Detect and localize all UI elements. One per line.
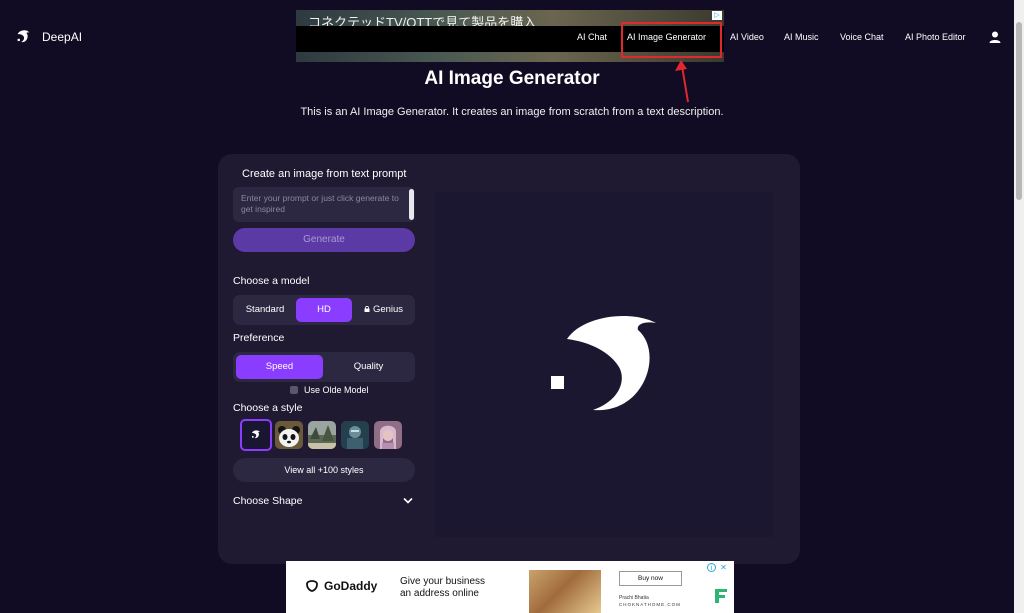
preference-quality-button[interactable]: Quality: [325, 355, 412, 379]
style-thumb-deepai-default[interactable]: [240, 419, 272, 451]
nav-ai-music[interactable]: AI Music: [784, 32, 819, 42]
prompt-input[interactable]: [233, 187, 415, 222]
prompt-scrollbar[interactable]: [409, 189, 414, 220]
deepai-logo[interactable]: DeepAI: [14, 28, 82, 46]
old-model-label: Use Olde Model: [304, 385, 369, 395]
ad-choices-icon[interactable]: ▷: [712, 11, 722, 20]
ad-headline-line1: Give your business: [400, 576, 486, 587]
ad-close-icon[interactable]: ✕: [719, 563, 728, 572]
dolphin-style-icon: [252, 430, 260, 439]
model-standard-button[interactable]: Standard: [236, 298, 294, 322]
style-thumb-portrait[interactable]: [374, 421, 402, 449]
ad-person-name: Prachi Bhatia: [619, 595, 649, 601]
nav-voice-chat[interactable]: Voice Chat: [840, 32, 884, 42]
model-hd-button[interactable]: HD: [296, 298, 352, 322]
style-thumb-panda[interactable]: [275, 421, 303, 449]
preference-selector: Speed Quality: [233, 352, 415, 382]
logo-text: DeepAI: [42, 30, 83, 44]
panel-heading: Create an image from text prompt: [242, 168, 407, 180]
cyberpunk-image: [341, 421, 369, 449]
style-thumb-cyberpunk[interactable]: [341, 421, 369, 449]
ad-headline: Give your business an address online: [400, 576, 485, 600]
bottom-advertisement[interactable]: GoDaddy Give your business an address on…: [286, 561, 734, 613]
old-model-option[interactable]: Use Olde Model: [290, 385, 369, 395]
godaddy-mark-icon: [306, 580, 318, 592]
style-thumb-landscape[interactable]: [308, 421, 336, 449]
ad-funnel-icon: [715, 589, 727, 603]
style-label: Choose a style: [233, 402, 303, 414]
choose-shape-dropdown[interactable]: Choose Shape: [233, 494, 415, 510]
ad-domain: CHOKNATHOME.COM: [619, 602, 681, 607]
view-all-styles-button[interactable]: View all +100 styles: [233, 458, 415, 482]
model-label: Choose a model: [233, 275, 310, 287]
generate-button[interactable]: Generate: [233, 228, 415, 252]
godaddy-logo: GoDaddy: [305, 579, 377, 593]
page-title: AI Image Generator: [424, 68, 600, 89]
highlight-box: [621, 22, 722, 58]
nav-ai-video[interactable]: AI Video: [730, 32, 764, 42]
preference-label: Preference: [233, 332, 285, 344]
model-genius-label: Genius: [372, 304, 404, 315]
ad-buy-now-button[interactable]: Buy now: [619, 571, 682, 586]
portrait-image: [374, 421, 402, 449]
lock-icon: [364, 306, 370, 312]
user-icon[interactable]: [988, 30, 1002, 44]
landscape-image: [308, 421, 336, 449]
ad-info-icon[interactable]: i: [707, 563, 716, 572]
shape-label: Choose Shape: [233, 495, 303, 507]
model-genius-button[interactable]: Genius: [355, 298, 412, 322]
preference-speed-button[interactable]: Speed: [236, 355, 323, 379]
page-subtitle: This is an AI Image Generator. It create…: [300, 106, 724, 118]
nav-ai-photo-editor[interactable]: AI Photo Editor: [905, 32, 966, 42]
scrollbar-thumb[interactable]: [1016, 22, 1022, 200]
old-model-checkbox[interactable]: [290, 386, 298, 394]
nav-ai-chat[interactable]: AI Chat: [577, 32, 607, 42]
chevron-down-icon: [403, 497, 413, 504]
model-selector: Standard HD Genius: [233, 295, 415, 325]
page-scrollbar[interactable]: [1014, 0, 1024, 613]
ad-headline-line2: an address online: [400, 588, 479, 599]
top-navigation-bar: DeepAI コネクテッドTV/OTTで見て製品を購入 ▷ AI Chat AI…: [0, 0, 1024, 75]
dolphin-logo-icon: [551, 316, 656, 411]
panda-image: [275, 421, 303, 449]
dolphin-logo-icon: [17, 30, 30, 43]
ad-photo: [529, 570, 601, 613]
godaddy-brand: GoDaddy: [324, 579, 378, 593]
